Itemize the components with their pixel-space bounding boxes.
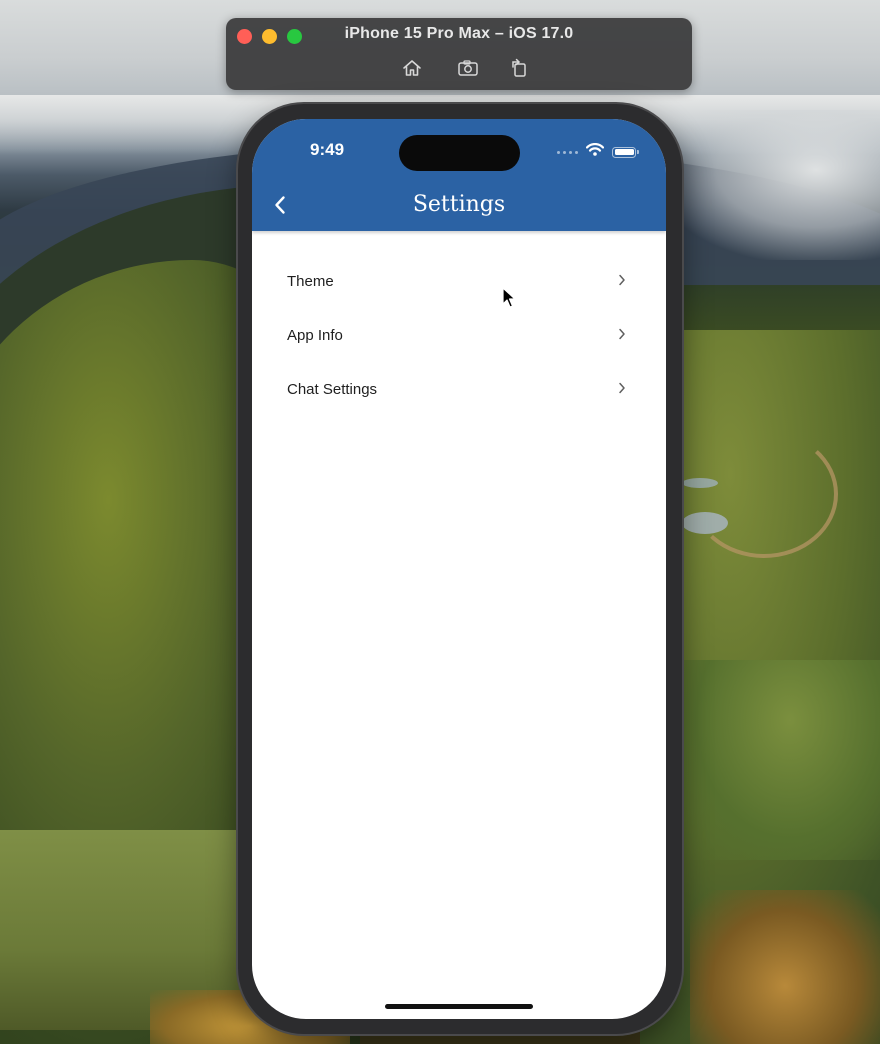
settings-list: Theme App Info Chat Settings xyxy=(252,254,666,416)
pond-upper xyxy=(682,478,718,488)
chevron-right-icon xyxy=(619,382,625,394)
pond-lower xyxy=(682,512,728,534)
autumn-trees-right xyxy=(690,890,880,1044)
fog-right xyxy=(660,110,880,260)
settings-item-app-info[interactable]: App Info xyxy=(252,308,666,362)
settings-item-theme[interactable]: Theme xyxy=(252,254,666,308)
wifi-icon xyxy=(585,143,605,161)
settings-item-label: Chat Settings xyxy=(287,380,378,398)
meadow-right xyxy=(680,660,880,860)
cellular-signal-icon xyxy=(557,150,578,154)
settings-item-label: App Info xyxy=(287,326,343,344)
page-title: Settings xyxy=(412,192,506,217)
home-icon[interactable] xyxy=(400,56,424,80)
simulator-title: iPhone 15 Pro Max – iOS 17.0 xyxy=(344,25,574,42)
chevron-right-icon xyxy=(619,328,625,340)
dirt-road xyxy=(690,430,838,558)
iphone-frame: 9:49 Settings Theme App Info Chat Settin… xyxy=(238,104,682,1034)
app-bar: 9:49 Settings xyxy=(252,119,666,231)
screenshot-icon[interactable] xyxy=(456,56,480,80)
status-time: 9:49 xyxy=(310,140,345,159)
battery-icon xyxy=(612,146,639,158)
rotate-icon[interactable] xyxy=(507,56,531,80)
status-icons xyxy=(557,143,639,161)
settings-item-chat-settings[interactable]: Chat Settings xyxy=(252,362,666,416)
chevron-right-icon xyxy=(619,274,625,286)
dynamic-island xyxy=(399,135,520,171)
simulator-titlebar: iPhone 15 Pro Max – iOS 17.0 xyxy=(226,18,692,90)
phone-screen: 9:49 Settings Theme App Info Chat Settin… xyxy=(252,119,666,1019)
settings-item-label: Theme xyxy=(287,272,334,290)
home-indicator[interactable] xyxy=(385,1004,533,1009)
simulator-toolbar xyxy=(226,56,692,80)
